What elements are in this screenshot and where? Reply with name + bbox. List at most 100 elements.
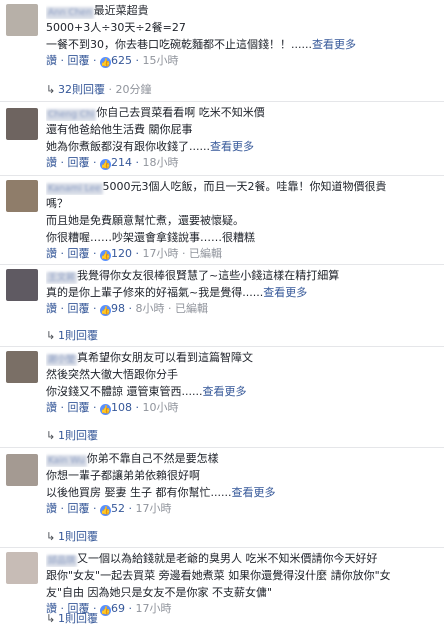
like-button[interactable]: 讚 bbox=[46, 54, 57, 67]
comment-text: 嗎？ bbox=[46, 197, 68, 210]
like-icon: 👍 bbox=[100, 605, 111, 616]
view-replies[interactable]: ↳ 32則回覆 · 20分鐘 bbox=[46, 82, 152, 98]
divider bbox=[0, 175, 444, 176]
author-name[interactable]: Kain Wu bbox=[46, 455, 87, 467]
like-icon: 👍 bbox=[100, 57, 111, 68]
comment-actions: 讚 · 回覆 · 👍69 · 17小時 bbox=[46, 602, 172, 616]
comment-actions: 讚 · 回覆 · 👍120 · 17小時 · 已編輯 bbox=[46, 247, 222, 261]
author-name[interactable]: Kanami Lee bbox=[46, 183, 103, 195]
like-count[interactable]: 214 bbox=[111, 156, 132, 169]
reply-button[interactable]: 回覆 bbox=[68, 302, 90, 315]
author-name[interactable]: 王文昇 bbox=[46, 272, 78, 284]
divider bbox=[0, 346, 444, 347]
comment-text: 你沒錢又不體諒 還管東管西...... bbox=[46, 385, 203, 398]
reply-arrow-icon: ↳ bbox=[46, 429, 56, 442]
like-count[interactable]: 625 bbox=[111, 54, 132, 67]
like-icon: 👍 bbox=[100, 505, 111, 516]
edited-label[interactable]: 已編輯 bbox=[189, 247, 222, 260]
divider bbox=[0, 101, 444, 102]
comment-text: 真的是你上輩子修來的好福氣~我是覺得...... bbox=[46, 286, 264, 299]
see-more-link[interactable]: 查看更多 bbox=[263, 286, 307, 299]
see-more-link[interactable]: 查看更多 bbox=[231, 486, 275, 499]
reply-button[interactable]: 回覆 bbox=[68, 247, 90, 260]
reply-button[interactable]: 回覆 bbox=[68, 401, 90, 414]
like-button[interactable]: 讚 bbox=[46, 401, 57, 414]
divider bbox=[0, 447, 444, 448]
like-count[interactable]: 98 bbox=[111, 302, 125, 315]
see-more-link[interactable]: 查看更多 bbox=[312, 38, 356, 51]
comment-text: 又一個以為給錢就是老爺的臭男人 吃米不知米價請你今天好好 bbox=[77, 552, 378, 565]
comment-text: 我覺得你女友很棒很賢慧了~這些小錢這樣在精打細算 bbox=[77, 269, 340, 282]
reply-arrow-icon: ↳ bbox=[46, 83, 56, 96]
avatar[interactable] bbox=[6, 108, 38, 140]
reply-count[interactable]: 1則回覆 bbox=[58, 429, 98, 442]
comment-text: 你很糟喔……吵架還會拿錢說事……很糟糕 bbox=[46, 231, 255, 244]
comment-text: 最近菜超貴 bbox=[93, 4, 149, 17]
comment-text: 而且她是免費願意幫忙煮，還要被懷疑。 bbox=[46, 214, 244, 227]
like-button[interactable]: 讚 bbox=[46, 302, 57, 315]
comment-text: 5000元3個人吃飯，而且一天2餐。哇靠！你知道物價很貴 bbox=[102, 180, 387, 193]
comment-feed: Ann Chen 最近菜超貴 5000+3人÷30天÷2餐=27 一餐不到30，你… bbox=[0, 0, 444, 628]
comment-text: 跟你"女友"一起去買菜 旁邊看她煮菜 如果你還覺得沒什麼 請你放你"女 bbox=[46, 569, 391, 582]
comment-actions: 讚 · 回覆 · 👍625 · 15小時 bbox=[46, 54, 179, 68]
comment-text: 真希望你女朋友可以看到這篇智障文 bbox=[77, 351, 254, 364]
comment-actions: 讚 · 回覆 · 👍98 · 8小時 · 已編輯 bbox=[46, 302, 208, 316]
comment-text: 然後突然大徹大悟跟你分手 bbox=[46, 368, 178, 381]
timestamp[interactable]: 15小時 bbox=[143, 54, 179, 67]
like-count[interactable]: 120 bbox=[111, 247, 132, 260]
like-count[interactable]: 52 bbox=[111, 502, 125, 515]
reply-button[interactable]: 回覆 bbox=[68, 54, 90, 67]
edited-label[interactable]: 已編輯 bbox=[175, 302, 208, 315]
avatar[interactable] bbox=[6, 4, 38, 36]
timestamp[interactable]: 8小時 bbox=[136, 302, 165, 315]
timestamp[interactable]: 17小時 bbox=[136, 602, 172, 615]
avatar[interactable] bbox=[6, 552, 38, 584]
reply-arrow-icon: ↳ bbox=[46, 612, 56, 625]
comment-text: 你自己去買菜看看啊 吃米不知米價 bbox=[96, 106, 265, 119]
reply-button[interactable]: 回覆 bbox=[68, 156, 90, 169]
timestamp[interactable]: 10小時 bbox=[143, 401, 179, 414]
avatar[interactable] bbox=[6, 454, 38, 486]
timestamp[interactable]: 18小時 bbox=[143, 156, 179, 169]
like-button[interactable]: 讚 bbox=[46, 156, 57, 169]
timestamp[interactable]: 17小時 bbox=[136, 502, 172, 515]
reply-arrow-icon: ↳ bbox=[46, 530, 56, 543]
avatar[interactable] bbox=[6, 351, 38, 383]
like-icon: 👍 bbox=[100, 404, 111, 415]
avatar[interactable] bbox=[6, 180, 38, 212]
divider bbox=[0, 547, 444, 548]
like-button[interactable]: 讚 bbox=[46, 502, 57, 515]
view-replies[interactable]: ↳ 1則回覆 bbox=[46, 428, 98, 444]
see-more-link[interactable]: 查看更多 bbox=[210, 140, 254, 153]
comment-text: 還有他爸給他生活費 關你屁事 bbox=[46, 123, 193, 136]
reply-count[interactable]: 32則回覆 bbox=[58, 83, 105, 96]
reply-count[interactable]: 1則回覆 bbox=[58, 329, 98, 342]
view-replies[interactable]: ↳ 1則回覆 bbox=[46, 611, 98, 627]
like-count[interactable]: 69 bbox=[111, 602, 125, 615]
reply-count[interactable]: 1則回覆 bbox=[58, 612, 98, 625]
like-icon: 👍 bbox=[100, 250, 111, 261]
author-name[interactable]: Cheng Chi bbox=[46, 109, 97, 121]
like-icon: 👍 bbox=[100, 159, 111, 170]
timestamp: 20分鐘 bbox=[115, 83, 152, 96]
see-more-link[interactable]: 查看更多 bbox=[202, 385, 246, 398]
like-button[interactable]: 讚 bbox=[46, 247, 57, 260]
author-name[interactable]: Ann Chen bbox=[46, 7, 94, 19]
reply-count[interactable]: 1則回覆 bbox=[58, 530, 98, 543]
view-replies[interactable]: ↳ 1則回覆 bbox=[46, 529, 98, 545]
comment-text: 你想一輩子都讓弟弟依賴很好啊 bbox=[46, 469, 200, 482]
like-icon: 👍 bbox=[100, 305, 111, 316]
divider bbox=[0, 264, 444, 265]
comment-actions: 讚 · 回覆 · 👍214 · 18小時 bbox=[46, 156, 179, 170]
author-name[interactable]: 邱品琪 bbox=[46, 555, 78, 567]
avatar[interactable] bbox=[6, 269, 38, 301]
author-name[interactable]: 謝小瑩 bbox=[46, 354, 78, 366]
comment-text: 你弟不靠自己不然是要怎樣 bbox=[86, 452, 219, 465]
view-replies[interactable]: ↳ 1則回覆 bbox=[46, 328, 98, 344]
reply-button[interactable]: 回覆 bbox=[68, 502, 90, 515]
comment-actions: 讚 · 回覆 · 👍52 · 17小時 bbox=[46, 502, 172, 516]
timestamp[interactable]: 17小時 bbox=[143, 247, 179, 260]
comment-text: 5000+3人÷30天÷2餐=27 bbox=[46, 21, 186, 34]
like-count[interactable]: 108 bbox=[111, 401, 132, 414]
comment-text: 友"自由 因為她只是女友不是你家 不支薪女傭" bbox=[46, 586, 273, 599]
